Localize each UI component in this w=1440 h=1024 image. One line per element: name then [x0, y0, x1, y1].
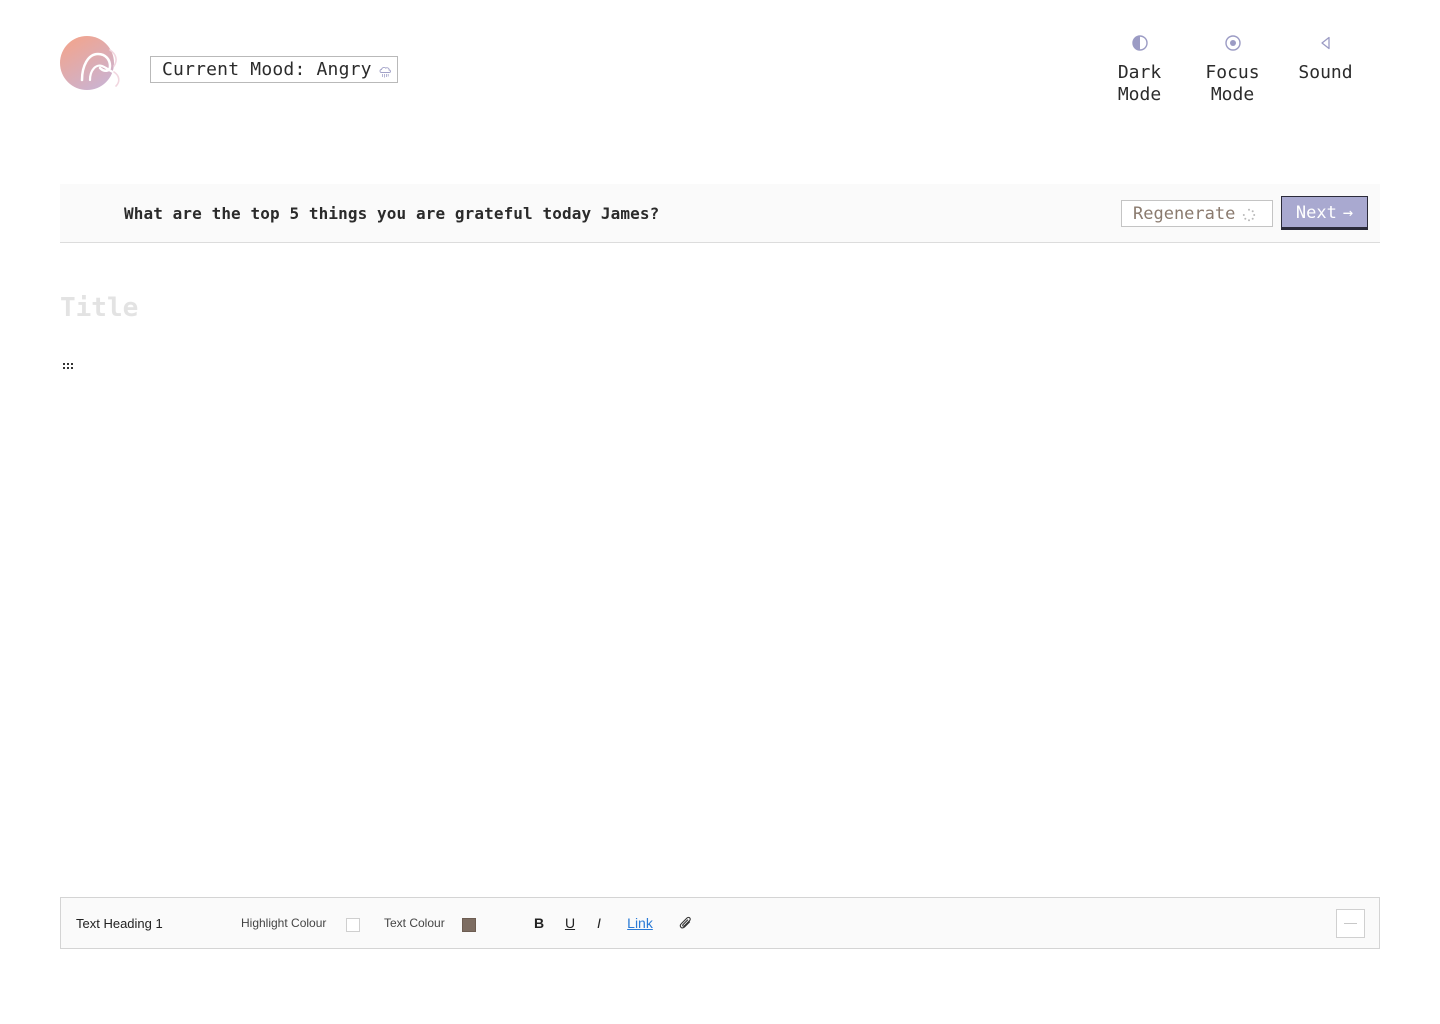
current-mood-label: Current Mood: Angry: [162, 59, 372, 80]
target-icon: [1224, 34, 1242, 52]
app-logo[interactable]: [60, 36, 124, 90]
sound-toggle[interactable]: Sound: [1279, 32, 1372, 106]
half-circle-icon: [1131, 34, 1149, 52]
prompt-bar: What are the top 5 things you are gratef…: [60, 184, 1380, 243]
regenerate-button[interactable]: Regenerate: [1121, 200, 1273, 227]
arrow-right-icon: →: [1342, 203, 1354, 223]
minus-icon: [1344, 922, 1357, 924]
collapse-toolbar-button[interactable]: [1336, 909, 1365, 938]
drag-handle-icon[interactable]: [62, 357, 76, 369]
text-colour-label: Text Colour: [384, 916, 445, 930]
bold-button[interactable]: B: [531, 912, 547, 934]
sound-label: Sound: [1298, 62, 1353, 83]
highlight-colour-label: Highlight Colour: [241, 916, 327, 930]
regenerate-label: Regenerate: [1133, 203, 1236, 224]
focus-mode-toggle[interactable]: Focus Mode: [1186, 32, 1279, 106]
italic-button[interactable]: I: [591, 912, 607, 934]
focus-mode-label: Focus Mode: [1205, 62, 1260, 105]
underline-button[interactable]: U: [562, 912, 578, 934]
highlight-colour-swatch[interactable]: [346, 918, 360, 932]
text-colour-swatch[interactable]: [462, 918, 476, 932]
link-button[interactable]: Link: [625, 912, 655, 934]
prompt-question: What are the top 5 things you are gratef…: [124, 204, 660, 223]
editor-body[interactable]: [84, 352, 1374, 872]
dark-mode-label: Dark Mode: [1117, 62, 1162, 105]
next-button[interactable]: Next →: [1281, 196, 1368, 230]
dark-mode-toggle[interactable]: Dark Mode: [1093, 32, 1186, 106]
loading-spinner-icon: [1242, 207, 1256, 221]
formatting-toolbar: Text Heading 1 Highlight Colour Text Col…: [60, 897, 1380, 949]
next-label: Next: [1295, 203, 1337, 223]
current-mood-selector[interactable]: Current Mood: Angry: [150, 56, 398, 83]
heading-style-select[interactable]: Text Heading 1: [76, 898, 163, 948]
speaker-icon: [1317, 34, 1335, 52]
storm-cloud-icon: [378, 63, 392, 77]
view-tools: Dark Mode Focus Mode Sound: [1093, 32, 1372, 106]
title-input[interactable]: [60, 290, 960, 326]
attachment-icon[interactable]: [678, 912, 694, 934]
